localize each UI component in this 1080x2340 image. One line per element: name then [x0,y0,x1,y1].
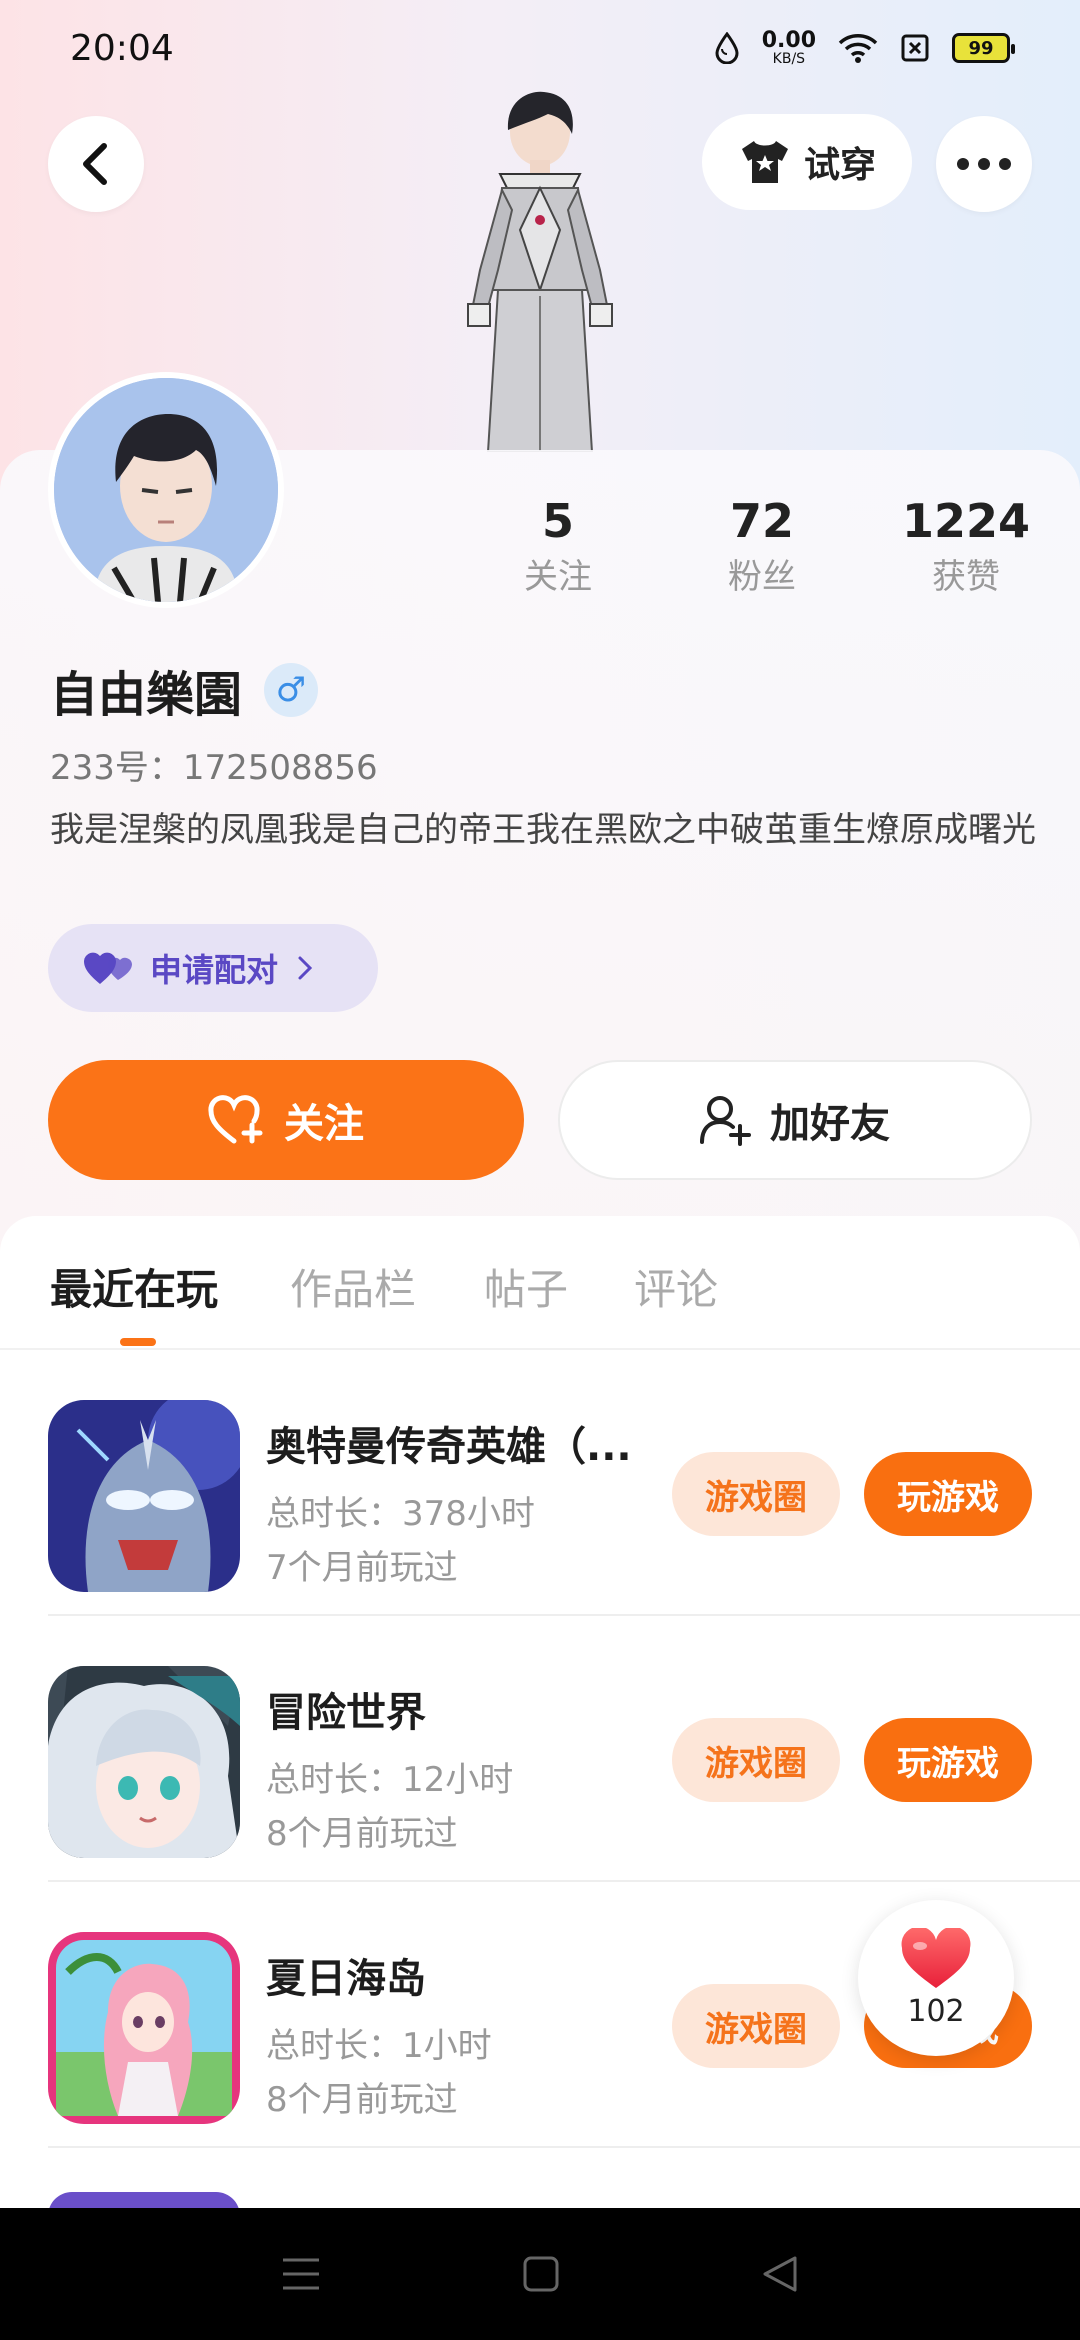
play-game-button[interactable]: 玩游戏 [864,1452,1032,1536]
network-speed: 0.00 KB/S [761,28,816,67]
battery-level: 99 [968,37,994,59]
add-friend-label: 加好友 [770,1101,890,1147]
user-id: 233号：172508856 [50,748,378,788]
user-name: 自由樂園 [50,667,243,723]
battery-icon: 99 [952,33,1015,63]
like-count: 102 [907,1993,965,2029]
game-title: 夏日海岛 [266,1956,426,2002]
back-arrow-icon [83,143,107,185]
stat-likes[interactable]: 1224 获赞 [866,490,1066,602]
heart-plus-icon [208,1095,263,1144]
game-last-played: 7个月前玩过 [266,1548,458,1588]
stat-likes-value: 1224 [901,494,1031,548]
network-speed-unit: KB/S [772,51,806,67]
game-title: 奥特曼传奇英雄（... [266,1424,632,1470]
game-total-time: 总时长：378小时 [266,1494,535,1534]
wifi-icon [838,34,878,63]
name-row: 自由樂園 ♂ [50,655,319,725]
stat-followers-label: 粉丝 [728,557,796,597]
system-nav-bar [0,2208,1080,2340]
tab-active-indicator [120,1338,156,1346]
sim-off-icon [901,34,929,62]
tab-posts[interactable]: 帖子 [484,1256,568,1317]
tab-comments[interactable]: 评论 [634,1256,718,1317]
game-icon-summer-island [48,1932,240,2124]
stat-following-value: 5 [541,494,574,548]
status-time: 20:04 [70,27,174,69]
game-icon-ultraman [48,1400,240,1592]
like-float-button[interactable]: 102 [858,1900,1014,2056]
character-figure [440,90,640,453]
game-total-time: 总时长：1小时 [266,2026,492,2066]
follow-label: 关注 [284,1101,364,1147]
home-icon[interactable] [522,2255,560,2293]
male-gender-icon: ♂ [264,663,319,717]
chevron-right-icon [298,956,313,980]
stat-following-label: 关注 [524,557,592,597]
menu-icon[interactable] [281,2256,321,2292]
back-button[interactable] [48,116,144,212]
game-circle-button[interactable]: 游戏圈 [672,1718,840,1802]
more-dots-icon [957,158,1011,170]
game-title: 冒险世界 [266,1690,426,1736]
game-circle-button[interactable]: 游戏圈 [672,1984,840,2068]
divider [48,2146,1080,2148]
more-button[interactable] [936,116,1032,212]
try-on-button[interactable]: 试穿 [702,114,912,210]
tab-bar: 最近在玩 作品栏 帖子 评论 [0,1256,1080,1352]
game-last-played: 8个月前玩过 [266,1814,458,1854]
data-saver-icon [715,32,739,64]
stat-followers[interactable]: 72 粉丝 [662,490,862,602]
user-bio: 我是涅槃的凤凰我是自己的帝王我在黑欧之中破茧重生燎原成曙光 [50,810,1036,850]
profile-stats: 5 关注 72 粉丝 1224 获赞 [0,490,1080,620]
add-friend-button[interactable]: 加好友 [558,1060,1032,1180]
status-icons: 0.00 KB/S 99 [714,28,1015,67]
add-user-icon [700,1096,751,1146]
tshirt-icon [741,141,788,183]
game-total-time: 总时长：12小时 [266,1760,514,1800]
back-triangle-icon[interactable] [761,2254,799,2294]
hearts-icon [84,952,132,984]
game-circle-button[interactable]: 游戏圈 [672,1452,840,1536]
tab-works[interactable]: 作品栏 [290,1256,416,1317]
content-panel: 最近在玩 作品栏 帖子 评论 奥特曼传奇英雄（... 总时长：378小时 7个月… [0,1216,1080,2216]
try-on-label: 试穿 [803,145,876,186]
game-last-played: 8个月前玩过 [266,2080,458,2120]
list-item[interactable]: 奥特曼传奇英雄（... 总时长：378小时 7个月前玩过 游戏圈 玩游戏 [0,1350,1080,1616]
play-game-button[interactable]: 玩游戏 [864,1718,1032,1802]
follow-button[interactable]: 关注 [48,1060,524,1180]
heart-icon [901,1927,971,1988]
status-bar: 20:04 0.00 KB/S 99 [0,0,1080,96]
game-icon-adventure-world [48,1666,240,1858]
stat-following[interactable]: 5 关注 [458,490,658,602]
stat-likes-label: 获赞 [932,557,1000,597]
tab-recent-played[interactable]: 最近在玩 [50,1256,218,1317]
network-speed-value: 0.00 [761,28,816,53]
request-pair-label: 申请配对 [150,951,279,989]
stat-followers-value: 72 [729,494,794,548]
request-pair-button[interactable]: 申请配对 [48,924,378,1012]
list-item[interactable]: 冒险世界 总时长：12小时 8个月前玩过 游戏圈 玩游戏 [0,1616,1080,1882]
